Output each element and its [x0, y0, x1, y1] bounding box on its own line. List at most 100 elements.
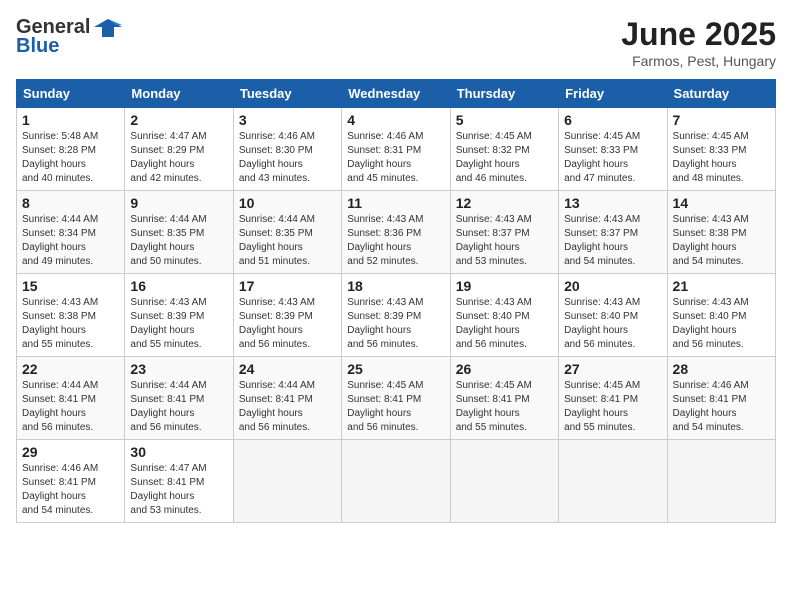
calendar-cell: 16 Sunrise: 4:43 AM Sunset: 8:39 PM Dayl…: [125, 274, 233, 357]
day-number: 1: [22, 112, 119, 128]
day-number: 2: [130, 112, 227, 128]
calendar-table: Sunday Monday Tuesday Wednesday Thursday…: [16, 79, 776, 523]
day-info: Sunrise: 4:46 AM Sunset: 8:30 PM Dayligh…: [239, 130, 336, 186]
header-wednesday: Wednesday: [342, 80, 450, 108]
calendar-cell: 3 Sunrise: 4:46 AM Sunset: 8:30 PM Dayli…: [233, 108, 341, 191]
calendar-cell: 27 Sunrise: 4:45 AM Sunset: 8:41 PM Dayl…: [559, 357, 667, 440]
day-info: Sunrise: 4:43 AM Sunset: 8:36 PM Dayligh…: [347, 213, 444, 269]
calendar-cell: 12 Sunrise: 4:43 AM Sunset: 8:37 PM Dayl…: [450, 191, 558, 274]
day-info: Sunrise: 4:43 AM Sunset: 8:40 PM Dayligh…: [673, 296, 770, 352]
day-number: 22: [22, 361, 119, 377]
calendar-title: June 2025: [621, 16, 776, 53]
day-number: 4: [347, 112, 444, 128]
day-info: Sunrise: 4:44 AM Sunset: 8:34 PM Dayligh…: [22, 213, 119, 269]
calendar-cell: [233, 440, 341, 523]
day-info: Sunrise: 4:43 AM Sunset: 8:39 PM Dayligh…: [239, 296, 336, 352]
day-number: 11: [347, 195, 444, 211]
day-info: Sunrise: 5:48 AM Sunset: 8:28 PM Dayligh…: [22, 130, 119, 186]
calendar-cell: [559, 440, 667, 523]
day-info: Sunrise: 4:47 AM Sunset: 8:29 PM Dayligh…: [130, 130, 227, 186]
day-number: 21: [673, 278, 770, 294]
day-number: 19: [456, 278, 553, 294]
day-info: Sunrise: 4:43 AM Sunset: 8:37 PM Dayligh…: [564, 213, 661, 269]
day-info: Sunrise: 4:44 AM Sunset: 8:41 PM Dayligh…: [22, 379, 119, 435]
calendar-cell: 20 Sunrise: 4:43 AM Sunset: 8:40 PM Dayl…: [559, 274, 667, 357]
calendar-cell: 29 Sunrise: 4:46 AM Sunset: 8:41 PM Dayl…: [17, 440, 125, 523]
calendar-cell: 25 Sunrise: 4:45 AM Sunset: 8:41 PM Dayl…: [342, 357, 450, 440]
day-info: Sunrise: 4:43 AM Sunset: 8:40 PM Dayligh…: [564, 296, 661, 352]
calendar-cell: 11 Sunrise: 4:43 AM Sunset: 8:36 PM Dayl…: [342, 191, 450, 274]
calendar-cell: 23 Sunrise: 4:44 AM Sunset: 8:41 PM Dayl…: [125, 357, 233, 440]
calendar-cell: 7 Sunrise: 4:45 AM Sunset: 8:33 PM Dayli…: [667, 108, 775, 191]
day-info: Sunrise: 4:43 AM Sunset: 8:38 PM Dayligh…: [673, 213, 770, 269]
day-number: 12: [456, 195, 553, 211]
logo: General Blue: [16, 16, 122, 58]
day-number: 24: [239, 361, 336, 377]
day-number: 8: [22, 195, 119, 211]
day-info: Sunrise: 4:43 AM Sunset: 8:37 PM Dayligh…: [456, 213, 553, 269]
day-info: Sunrise: 4:45 AM Sunset: 8:32 PM Dayligh…: [456, 130, 553, 186]
day-info: Sunrise: 4:45 AM Sunset: 8:41 PM Dayligh…: [347, 379, 444, 435]
calendar-cell: 13 Sunrise: 4:43 AM Sunset: 8:37 PM Dayl…: [559, 191, 667, 274]
day-number: 14: [673, 195, 770, 211]
day-number: 15: [22, 278, 119, 294]
day-number: 9: [130, 195, 227, 211]
day-number: 28: [673, 361, 770, 377]
week-row-2: 8 Sunrise: 4:44 AM Sunset: 8:34 PM Dayli…: [17, 191, 776, 274]
calendar-cell: 17 Sunrise: 4:43 AM Sunset: 8:39 PM Dayl…: [233, 274, 341, 357]
day-number: 29: [22, 444, 119, 460]
calendar-cell: 22 Sunrise: 4:44 AM Sunset: 8:41 PM Dayl…: [17, 357, 125, 440]
day-info: Sunrise: 4:44 AM Sunset: 8:41 PM Dayligh…: [130, 379, 227, 435]
week-row-5: 29 Sunrise: 4:46 AM Sunset: 8:41 PM Dayl…: [17, 440, 776, 523]
calendar-cell: 2 Sunrise: 4:47 AM Sunset: 8:29 PM Dayli…: [125, 108, 233, 191]
day-info: Sunrise: 4:44 AM Sunset: 8:35 PM Dayligh…: [239, 213, 336, 269]
week-row-4: 22 Sunrise: 4:44 AM Sunset: 8:41 PM Dayl…: [17, 357, 776, 440]
calendar-cell: [667, 440, 775, 523]
week-row-3: 15 Sunrise: 4:43 AM Sunset: 8:38 PM Dayl…: [17, 274, 776, 357]
weekday-header-row: Sunday Monday Tuesday Wednesday Thursday…: [17, 80, 776, 108]
day-number: 30: [130, 444, 227, 460]
day-number: 5: [456, 112, 553, 128]
calendar-cell: 30 Sunrise: 4:47 AM Sunset: 8:41 PM Dayl…: [125, 440, 233, 523]
calendar-cell: 10 Sunrise: 4:44 AM Sunset: 8:35 PM Dayl…: [233, 191, 341, 274]
day-number: 18: [347, 278, 444, 294]
day-info: Sunrise: 4:43 AM Sunset: 8:38 PM Dayligh…: [22, 296, 119, 352]
header-sunday: Sunday: [17, 80, 125, 108]
calendar-title-area: June 2025 Farmos, Pest, Hungary: [621, 16, 776, 69]
calendar-cell: 1 Sunrise: 5:48 AM Sunset: 8:28 PM Dayli…: [17, 108, 125, 191]
day-info: Sunrise: 4:46 AM Sunset: 8:41 PM Dayligh…: [22, 462, 119, 518]
day-number: 13: [564, 195, 661, 211]
calendar-cell: 5 Sunrise: 4:45 AM Sunset: 8:32 PM Dayli…: [450, 108, 558, 191]
calendar-cell: 26 Sunrise: 4:45 AM Sunset: 8:41 PM Dayl…: [450, 357, 558, 440]
page-header: General Blue June 2025 Farmos, Pest, Hun…: [16, 16, 776, 69]
day-info: Sunrise: 4:45 AM Sunset: 8:41 PM Dayligh…: [456, 379, 553, 435]
day-number: 10: [239, 195, 336, 211]
day-number: 20: [564, 278, 661, 294]
day-info: Sunrise: 4:47 AM Sunset: 8:41 PM Dayligh…: [130, 462, 227, 518]
calendar-cell: 4 Sunrise: 4:46 AM Sunset: 8:31 PM Dayli…: [342, 108, 450, 191]
day-number: 6: [564, 112, 661, 128]
calendar-cell: 14 Sunrise: 4:43 AM Sunset: 8:38 PM Dayl…: [667, 191, 775, 274]
day-info: Sunrise: 4:46 AM Sunset: 8:41 PM Dayligh…: [673, 379, 770, 435]
day-number: 26: [456, 361, 553, 377]
day-number: 25: [347, 361, 444, 377]
day-info: Sunrise: 4:45 AM Sunset: 8:41 PM Dayligh…: [564, 379, 661, 435]
day-info: Sunrise: 4:44 AM Sunset: 8:41 PM Dayligh…: [239, 379, 336, 435]
calendar-cell: 24 Sunrise: 4:44 AM Sunset: 8:41 PM Dayl…: [233, 357, 341, 440]
day-info: Sunrise: 4:45 AM Sunset: 8:33 PM Dayligh…: [673, 130, 770, 186]
header-friday: Friday: [559, 80, 667, 108]
header-saturday: Saturday: [667, 80, 775, 108]
week-row-1: 1 Sunrise: 5:48 AM Sunset: 8:28 PM Dayli…: [17, 108, 776, 191]
calendar-cell: 18 Sunrise: 4:43 AM Sunset: 8:39 PM Dayl…: [342, 274, 450, 357]
calendar-cell: 8 Sunrise: 4:44 AM Sunset: 8:34 PM Dayli…: [17, 191, 125, 274]
calendar-cell: [450, 440, 558, 523]
calendar-cell: 9 Sunrise: 4:44 AM Sunset: 8:35 PM Dayli…: [125, 191, 233, 274]
day-number: 3: [239, 112, 336, 128]
day-info: Sunrise: 4:45 AM Sunset: 8:33 PM Dayligh…: [564, 130, 661, 186]
day-number: 27: [564, 361, 661, 377]
logo-bird-icon: [94, 17, 122, 39]
day-number: 23: [130, 361, 227, 377]
header-thursday: Thursday: [450, 80, 558, 108]
calendar-cell: 28 Sunrise: 4:46 AM Sunset: 8:41 PM Dayl…: [667, 357, 775, 440]
day-info: Sunrise: 4:46 AM Sunset: 8:31 PM Dayligh…: [347, 130, 444, 186]
